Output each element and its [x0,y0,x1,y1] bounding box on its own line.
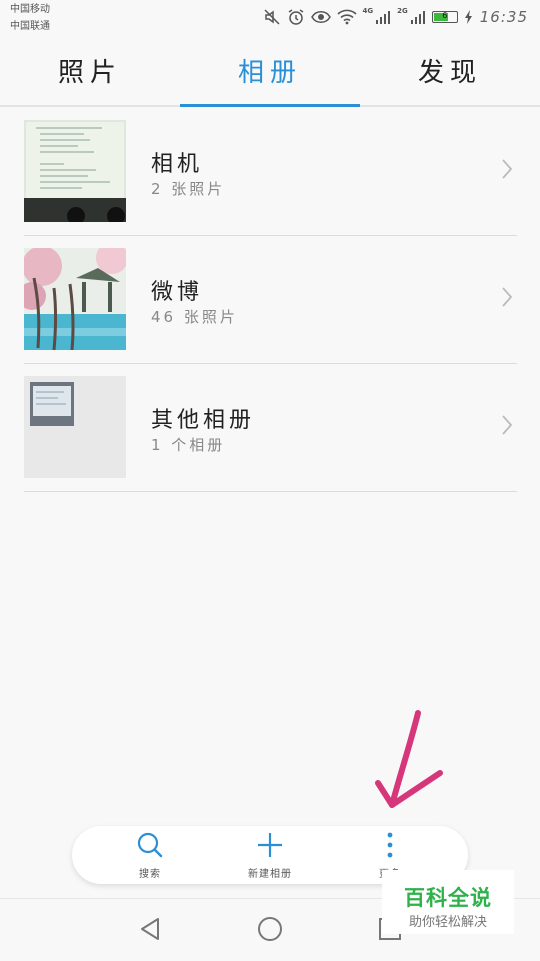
clock: 16:35 [479,8,528,26]
album-count: 46 张照片 [151,308,238,326]
charging-icon [464,9,474,25]
chevron-right-icon [501,158,513,184]
album-cover-weibo [24,248,126,350]
carrier-1: 中国移动 [10,4,50,15]
album-list: 相机 2 张照片 微博 46 张照片 其他相册 1 个相册 [24,108,517,492]
watermark-title: 百科全说 [404,886,492,910]
new-album-button[interactable]: 新建相册 [220,826,320,884]
signal-icon [410,9,426,25]
album-count: 1 个相册 [151,436,226,454]
network-type-1: 4G [362,7,374,15]
status-icons: 4G 2G 6 16:35 [263,7,528,26]
tab-active-indicator [180,104,360,107]
tab-photos[interactable]: 照片 [0,42,180,106]
battery-level: 6 [442,11,448,20]
album-cover-camera [24,120,126,222]
chevron-right-icon [501,414,513,440]
status-bar: 中国移动 中国联通 4G 2G 6 16:35 [0,0,540,40]
tab-discover[interactable]: 发现 [360,42,540,106]
annotation-arrow-icon [375,710,443,808]
plus-icon [255,830,285,864]
more-vertical-icon [375,830,405,864]
back-button[interactable] [136,915,164,947]
tab-albums[interactable]: 相册 [180,42,360,106]
network-type-2: 2G [397,7,408,15]
search-icon [135,830,165,864]
watermark-subtitle: 助你轻松解决 [408,915,487,930]
album-item-other[interactable]: 其他相册 1 个相册 [24,364,517,492]
battery-icon: 6 [431,11,458,23]
home-button[interactable] [256,915,284,947]
mute-icon [263,8,281,26]
album-name: 其他相册 [151,408,256,433]
carrier-2: 中国联通 [10,21,50,32]
alarm-icon [287,8,305,26]
tab-bar: 照片 相册 发现 [0,42,540,106]
album-cover-other [24,376,126,478]
chevron-right-icon [501,286,513,312]
eye-icon [310,9,331,25]
watermark-logo: 百科全说 助你轻松解决 [382,870,514,934]
signal-icon [375,9,391,25]
new-album-label: 新建相册 [248,869,292,880]
search-label: 搜索 [139,869,161,880]
album-item-camera[interactable]: 相机 2 张照片 [24,108,517,236]
wifi-icon [336,9,357,25]
search-button[interactable]: 搜索 [100,826,200,884]
album-name: 微博 [151,280,204,305]
album-name: 相机 [151,152,204,177]
album-item-weibo[interactable]: 微博 46 张照片 [24,236,517,364]
album-count: 2 张照片 [151,180,226,198]
